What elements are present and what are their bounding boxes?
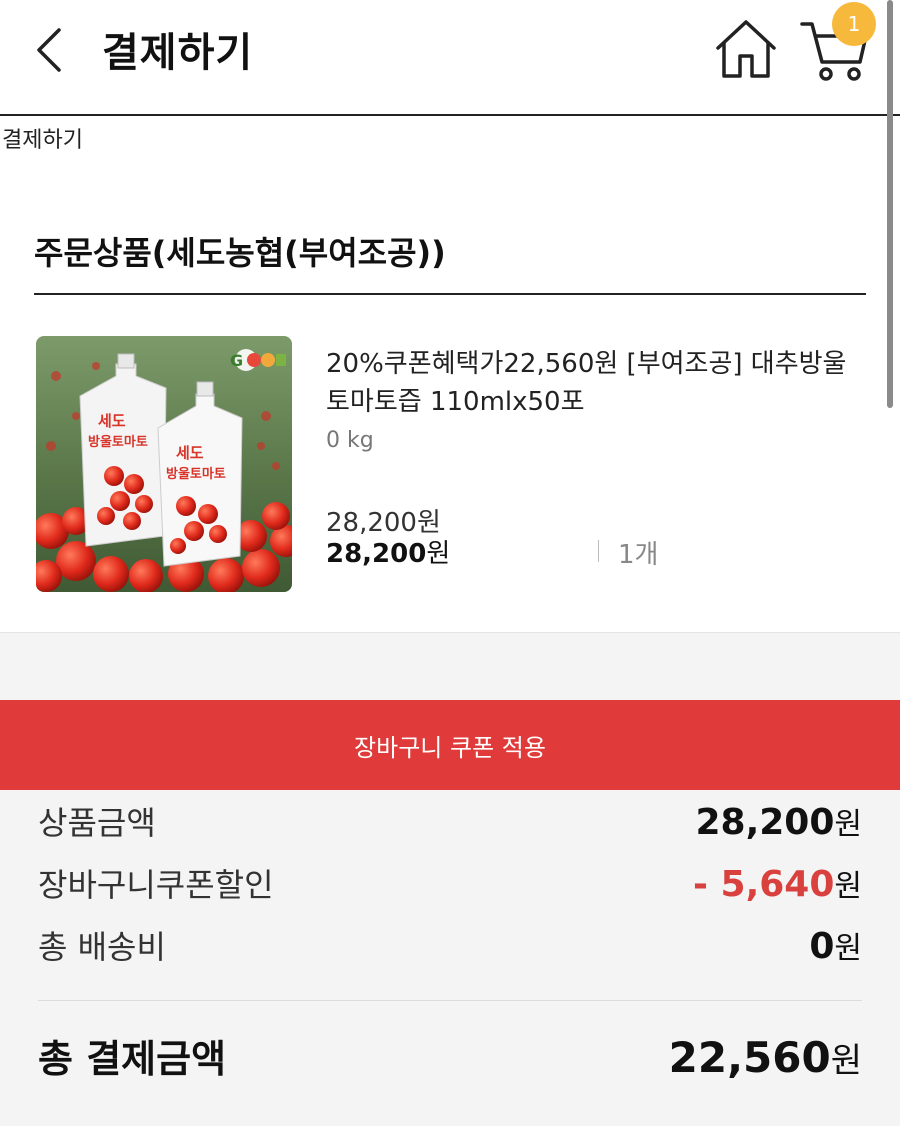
order-section-title: 주문상품(세도농협(부여조공)) [34,234,446,272]
total-amount: 22,560 [668,1033,831,1082]
breadcrumb: 결제하기 [2,128,83,153]
shipping-amount-group: 0원 [809,923,862,967]
subtotal-amount-group: 28,200원 [695,799,862,843]
chevron-left-icon [37,28,61,72]
discount-sign: - [693,864,721,905]
product-image: 세도 방울토마토 세도 방울토마토 G [36,336,292,592]
home-icon [716,20,776,78]
shipping-row: 총 배송비 0원 [38,922,862,968]
svg-text:방울토마토: 방울토마토 [88,434,148,450]
product-quantity: 1개 [618,540,659,570]
shipping-unit: 원 [834,931,862,966]
product-price-final-unit: 원 [426,539,451,569]
discount-amount-group: - 5,640원 [693,861,862,905]
apply-cart-coupon-button[interactable]: 장바구니 쿠폰 적용 [0,700,900,790]
quantity-divider [598,540,599,562]
scrollbar[interactable] [887,0,893,408]
product-weight: 0 kg [326,428,374,453]
discount-amount: 5,640 [720,864,835,905]
total-row: 총 결제금액 22,560원 [38,1028,862,1083]
subtotal-label: 상품금액 [38,804,156,842]
discount-unit: 원 [834,869,862,904]
svg-text:방울토마토: 방울토마토 [166,466,226,482]
subtotal-row: 상품금액 28,200원 [38,798,862,844]
shipping-amount: 0 [809,926,835,967]
total-label: 총 결제금액 [38,1037,227,1081]
subtotal-amount: 28,200 [695,802,835,843]
top-header: 결제하기 1 [0,0,900,116]
product-price-final-amount: 28,200 [326,539,427,569]
cart-count-badge: 1 [832,2,876,46]
subtotal-unit: 원 [834,807,862,842]
svg-text:세도: 세도 [176,444,204,462]
section-divider [34,293,866,295]
total-unit: 원 [830,1041,862,1081]
summary-divider [38,1000,862,1001]
discount-label: 장바구니쿠폰할인 [38,866,274,904]
product-name[interactable]: 20%쿠폰혜택가22,560원 [부여조공] 대추방울토마토즙 110mlx50… [326,345,866,421]
svg-text:G: G [230,351,243,370]
svg-text:세도: 세도 [98,412,126,430]
page-title: 결제하기 [102,30,254,76]
product-price-final: 28,200원 [326,533,450,570]
shipping-label: 총 배송비 [38,928,166,966]
total-amount-group: 22,560원 [669,1033,862,1082]
home-button[interactable] [712,14,780,82]
discount-row: 장바구니쿠폰할인 - 5,640원 [38,860,862,906]
back-button[interactable] [26,22,70,78]
